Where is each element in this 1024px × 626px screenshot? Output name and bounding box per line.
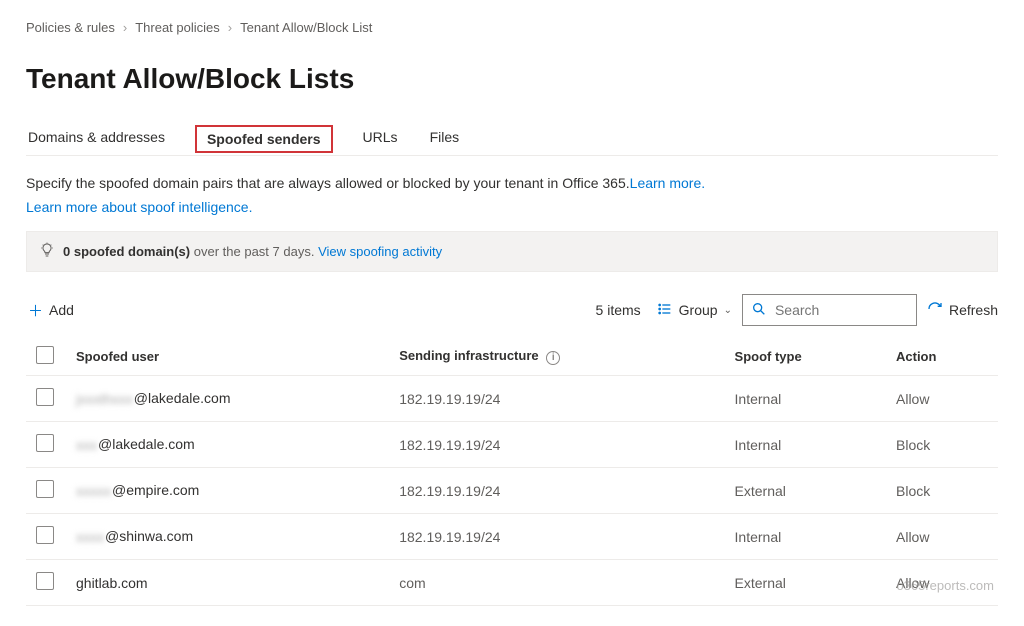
tab-urls[interactable]: URLs (361, 123, 400, 155)
breadcrumb-current: Tenant Allow/Block List (240, 20, 372, 35)
tab-files[interactable]: Files (428, 123, 462, 155)
col-spoofed-user[interactable]: Spoofed user (66, 338, 389, 376)
search-input[interactable] (775, 302, 908, 318)
toolbar: ＋ Add 5 items Group ⌄ (26, 288, 998, 338)
row-checkbox[interactable] (36, 388, 54, 406)
cell-infra: 182.19.19.19/24 (389, 514, 724, 560)
cell-action: Block (886, 468, 998, 514)
add-button[interactable]: ＋ Add (26, 296, 76, 325)
col-sending-infra[interactable]: Sending infrastructure i (389, 338, 724, 376)
table-row[interactable]: xxxx@shinwa.com 182.19.19.19/24 Internal… (26, 514, 998, 560)
banner-rest: over the past 7 days. (194, 244, 315, 259)
row-checkbox[interactable] (36, 526, 54, 544)
page-title: Tenant Allow/Block Lists (26, 63, 998, 95)
cell-infra: 182.19.19.19/24 (389, 376, 724, 422)
chevron-right-icon: › (228, 20, 232, 35)
row-checkbox[interactable] (36, 572, 54, 590)
description-text: Specify the spoofed domain pairs that ar… (26, 174, 998, 194)
spoof-intelligence-link[interactable]: Learn more about spoof intelligence. (26, 199, 252, 215)
learn-more-link[interactable]: Learn more. (630, 175, 705, 191)
cell-spoof-type: Internal (725, 514, 886, 560)
cell-infra: com (389, 560, 724, 606)
select-all-checkbox[interactable] (36, 346, 54, 364)
tab-strip: Domains & addresses Spoofed senders URLs… (26, 123, 998, 156)
spoofed-senders-table: Spoofed user Sending infrastructure i Sp… (26, 338, 998, 606)
search-box[interactable] (742, 294, 917, 326)
cell-spoofed-user: xxxx@shinwa.com (66, 514, 389, 560)
table-row[interactable]: xxxxx@empire.com 182.19.19.19/24 Externa… (26, 468, 998, 514)
table-row[interactable]: jxxxthxxx@lakedale.com 182.19.19.19/24 I… (26, 376, 998, 422)
lightbulb-icon (39, 242, 55, 261)
items-count: 5 items (596, 302, 641, 318)
breadcrumb: Policies & rules › Threat policies › Ten… (26, 20, 998, 35)
cell-spoofed-user: xxxxx@empire.com (66, 468, 389, 514)
chevron-down-icon: ⌄ (724, 305, 732, 316)
cell-spoofed-user: xxx@lakedale.com (66, 422, 389, 468)
list-icon (657, 301, 673, 320)
cell-action: Allow (886, 514, 998, 560)
refresh-button[interactable]: Refresh (927, 301, 998, 320)
table-row[interactable]: xxx@lakedale.com 182.19.19.19/24 Interna… (26, 422, 998, 468)
row-checkbox[interactable] (36, 480, 54, 498)
cell-spoof-type: Internal (725, 422, 886, 468)
breadcrumb-link-threat-policies[interactable]: Threat policies (135, 20, 220, 35)
row-checkbox[interactable] (36, 434, 54, 452)
cell-spoofed-user: ghitlab.com (66, 560, 389, 606)
breadcrumb-link-policies[interactable]: Policies & rules (26, 20, 115, 35)
cell-action: Allow (886, 376, 998, 422)
view-spoofing-activity-link[interactable]: View spoofing activity (318, 244, 442, 259)
cell-infra: 182.19.19.19/24 (389, 422, 724, 468)
refresh-icon (927, 301, 943, 320)
col-action[interactable]: Action (886, 338, 998, 376)
group-button[interactable]: Group ⌄ (657, 301, 732, 320)
col-spoof-type[interactable]: Spoof type (725, 338, 886, 376)
spoofing-activity-banner: 0 spoofed domain(s) over the past 7 days… (26, 231, 998, 272)
banner-count: 0 spoofed domain(s) (63, 244, 190, 259)
cell-spoofed-user: jxxxthxxx@lakedale.com (66, 376, 389, 422)
watermark-text: o365reports.com (896, 578, 994, 593)
cell-spoof-type: External (725, 560, 886, 606)
chevron-right-icon: › (123, 20, 127, 35)
table-header-row: Spoofed user Sending infrastructure i Sp… (26, 338, 998, 376)
cell-spoof-type: External (725, 468, 886, 514)
tab-domains-addresses[interactable]: Domains & addresses (26, 123, 167, 155)
table-row[interactable]: ghitlab.com com External Allow (26, 560, 998, 606)
tab-spoofed-senders[interactable]: Spoofed senders (195, 125, 333, 153)
cell-action: Block (886, 422, 998, 468)
cell-spoof-type: Internal (725, 376, 886, 422)
search-icon (751, 301, 767, 320)
plus-icon: ＋ (28, 300, 43, 321)
cell-infra: 182.19.19.19/24 (389, 468, 724, 514)
info-icon[interactable]: i (546, 351, 560, 365)
